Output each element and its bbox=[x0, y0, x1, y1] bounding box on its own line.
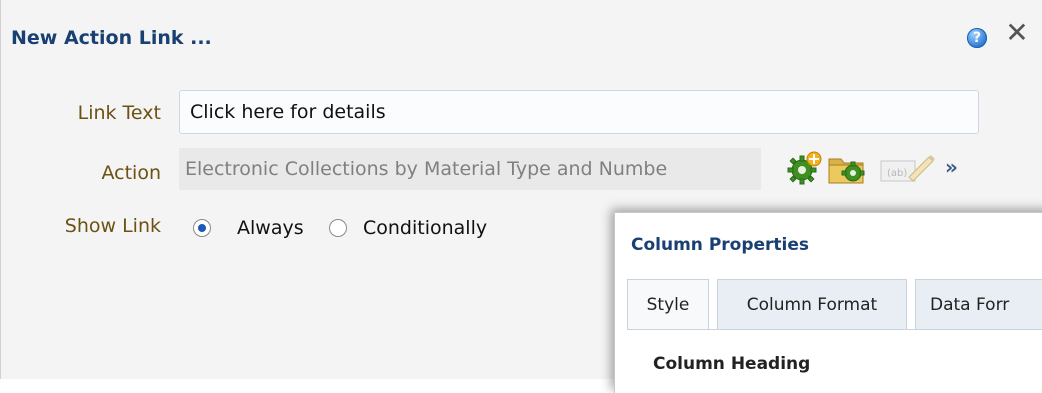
show-link-label: Show Link bbox=[64, 215, 161, 237]
radio-conditionally[interactable] bbox=[329, 219, 347, 237]
action-label: Action bbox=[101, 162, 161, 184]
tab-style[interactable]: Style bbox=[627, 279, 709, 329]
tab-data-format[interactable]: Data Forr bbox=[915, 279, 1042, 329]
column-properties-dialog: Column Properties Style Column Format Da… bbox=[614, 212, 1042, 393]
close-icon[interactable]: ✕ bbox=[1005, 18, 1029, 48]
column-properties-title: Column Properties bbox=[631, 235, 810, 255]
radio-always[interactable] bbox=[193, 219, 211, 237]
tab-column-format[interactable]: Column Format bbox=[717, 279, 907, 329]
radio-always-label[interactable]: Always bbox=[237, 217, 304, 239]
edit-params-icon[interactable]: (ab) bbox=[879, 151, 937, 185]
radio-conditionally-label[interactable]: Conditionally bbox=[363, 217, 487, 239]
dialog-title-bar: New Action Link ... ? ✕ bbox=[1, 0, 1042, 75]
dialog-title: New Action Link ... bbox=[11, 27, 212, 49]
link-text-input[interactable] bbox=[179, 90, 979, 134]
help-icon[interactable]: ? bbox=[967, 28, 987, 48]
link-text-label: Link Text bbox=[77, 102, 161, 124]
gear-add-icon[interactable] bbox=[787, 151, 823, 185]
more-icon[interactable]: » bbox=[945, 150, 967, 184]
action-field: Electronic Collections by Material Type … bbox=[179, 148, 761, 190]
folder-gear-icon[interactable] bbox=[827, 151, 867, 185]
column-heading-section: Column Heading bbox=[653, 354, 811, 374]
tab-strip: Style Column Format Data Forr bbox=[627, 279, 1042, 330]
svg-text:(ab): (ab) bbox=[887, 168, 907, 179]
